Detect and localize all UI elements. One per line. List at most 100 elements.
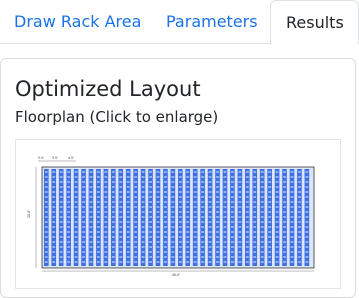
rack-bay	[74, 206, 78, 208]
tab-parameters[interactable]: Parameters	[166, 0, 258, 44]
rack-bay	[253, 246, 257, 248]
rack-bay	[149, 196, 152, 198]
rack-bay	[223, 181, 227, 183]
rack-bay	[67, 206, 71, 208]
rack-bay	[171, 251, 175, 253]
rack-bay	[156, 206, 160, 208]
rack-bay	[119, 241, 123, 243]
rack-bay	[186, 171, 190, 173]
rack-bay	[44, 186, 48, 188]
rack-bay	[260, 176, 264, 178]
rack-bay	[111, 201, 115, 203]
rack-bay	[298, 171, 301, 173]
rack-bay	[223, 241, 227, 243]
rack-bay	[82, 176, 85, 178]
rack-bay	[201, 171, 205, 173]
rack-bay	[119, 251, 123, 253]
rack-bay	[186, 181, 190, 183]
rack-bay	[305, 241, 309, 243]
rack-bay	[253, 216, 257, 218]
rack-bay	[201, 231, 205, 233]
rack-bay	[74, 211, 78, 213]
rack-bay	[104, 256, 108, 258]
rack-bay	[134, 186, 138, 188]
rack-bay	[178, 251, 182, 253]
rack-bay	[260, 256, 264, 258]
rack-bay	[67, 246, 71, 248]
rack-bay	[253, 171, 257, 173]
rack-bay	[253, 191, 257, 193]
rack-bay	[44, 246, 48, 248]
rack-bay	[208, 236, 212, 238]
rack-bay	[305, 201, 309, 203]
rack-bay	[97, 226, 100, 228]
rack-bay	[275, 206, 279, 208]
rack-bay	[164, 246, 167, 248]
rack-bay	[290, 181, 294, 183]
rack-bay	[253, 256, 257, 258]
rack-bay	[89, 256, 93, 258]
rack-bay	[164, 196, 167, 198]
rack-bay	[156, 221, 160, 223]
rack-bay	[208, 176, 212, 178]
rack-bay	[201, 221, 205, 223]
rack-bay	[216, 236, 219, 238]
rack-bay	[186, 196, 190, 198]
rack-bay	[231, 216, 234, 218]
rack-bay	[260, 171, 264, 173]
rack-bay	[216, 191, 219, 193]
rack-bay	[126, 216, 130, 218]
rack-bay	[156, 171, 160, 173]
tab-draw-rack-area[interactable]: Draw Rack Area	[14, 0, 141, 44]
rack-bay	[67, 171, 71, 173]
rack-bay	[201, 241, 205, 243]
rack-bay	[275, 236, 279, 238]
rack-bay	[245, 201, 249, 203]
rack-bay	[305, 171, 309, 173]
rack-bay	[149, 181, 152, 183]
rack-bay	[216, 261, 219, 263]
rack-bay	[134, 251, 138, 253]
rack-bay	[97, 211, 100, 213]
rack-bay	[275, 176, 279, 178]
rack-bay	[223, 176, 227, 178]
rack-bay	[268, 196, 272, 198]
rack-bay	[149, 206, 152, 208]
rack-bay	[171, 221, 175, 223]
rack-bay	[208, 191, 212, 193]
rack-bay	[52, 181, 56, 183]
rack-bay	[260, 221, 264, 223]
rack-bay	[186, 186, 190, 188]
rack-bay	[253, 206, 257, 208]
rack-bay	[305, 196, 309, 198]
rack-bay	[126, 261, 130, 263]
rack-bay	[149, 176, 152, 178]
rack-bay	[253, 251, 257, 253]
rack-bay	[298, 226, 301, 228]
rack-bay	[283, 216, 286, 218]
rack-bay	[298, 246, 301, 248]
rack-bay	[268, 201, 272, 203]
rack-bay	[216, 171, 219, 173]
rack-bay	[268, 211, 272, 213]
rack-bay	[290, 206, 294, 208]
rack-bay	[283, 226, 286, 228]
rack-bay	[208, 246, 212, 248]
rack-bay	[283, 206, 286, 208]
rack-bay	[305, 186, 309, 188]
rack-bay	[245, 226, 249, 228]
rack-bay	[44, 191, 48, 193]
rack-bay	[171, 216, 175, 218]
rack-bay	[216, 181, 219, 183]
rack-bay	[223, 206, 227, 208]
rack-bay	[245, 221, 249, 223]
rack-bay	[193, 206, 197, 208]
floorplan-thumbnail[interactable]: 5.5' 3.5' 4.5' 10.0' 40.0'	[15, 139, 341, 289]
rack-bay	[156, 256, 160, 258]
rack-bay	[178, 201, 182, 203]
rack-bay	[298, 251, 301, 253]
rack-bay	[82, 191, 85, 193]
rack-bay	[275, 186, 279, 188]
rack-bay	[268, 236, 272, 238]
tab-results[interactable]: Results	[270, 0, 359, 45]
